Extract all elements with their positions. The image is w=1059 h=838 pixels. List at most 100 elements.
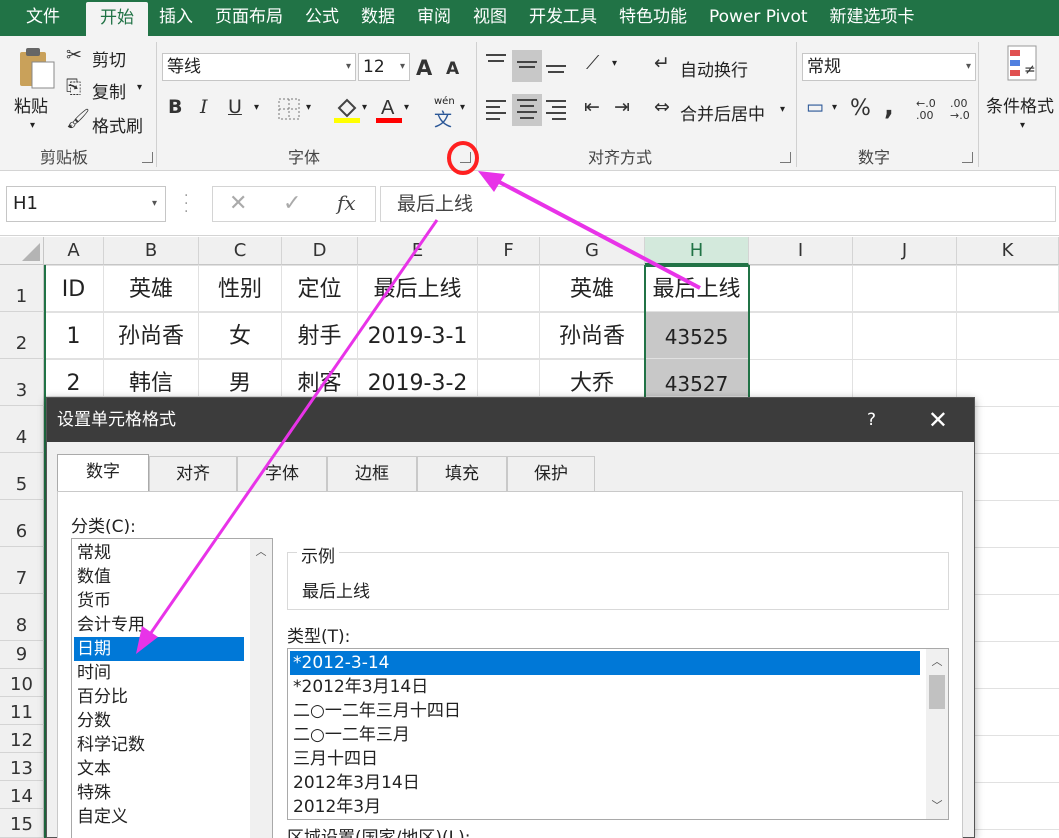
- row-header-15[interactable]: 15: [0, 809, 44, 838]
- insert-function-icon[interactable]: fx: [337, 191, 356, 215]
- tab-border[interactable]: 边框: [327, 456, 417, 492]
- tab-page-layout[interactable]: 页面布局: [204, 0, 294, 36]
- category-item[interactable]: 会计专用: [74, 613, 244, 637]
- align-bottom-icon[interactable]: [544, 52, 568, 78]
- column-header-k[interactable]: K: [957, 237, 1059, 265]
- alignment-launcher-icon[interactable]: [780, 152, 791, 163]
- fill-color-dropdown-icon[interactable]: ▾: [362, 102, 367, 113]
- underline-icon[interactable]: U: [228, 98, 242, 117]
- tab-developer[interactable]: 开发工具: [518, 0, 608, 36]
- category-item[interactable]: 数值: [74, 565, 244, 589]
- format-painter-icon[interactable]: 🖌: [66, 110, 90, 129]
- category-item[interactable]: 特殊: [74, 781, 244, 805]
- row-header-2[interactable]: 2: [0, 312, 44, 359]
- column-header-d[interactable]: D: [282, 237, 358, 265]
- type-scrollbar[interactable]: ︿ ﹀: [926, 649, 948, 819]
- name-box[interactable]: H1 ▾: [6, 186, 166, 222]
- tab-features[interactable]: 特色功能: [608, 0, 698, 36]
- decrease-decimal-icon[interactable]: .00 →.0: [950, 98, 970, 122]
- category-item[interactable]: 自定义: [74, 805, 244, 829]
- column-header-c[interactable]: C: [199, 237, 282, 265]
- cell-d1[interactable]: 定位: [282, 265, 358, 312]
- cell-f1[interactable]: [478, 265, 540, 312]
- cell-f3[interactable]: [478, 359, 540, 397]
- cell-b3[interactable]: 韩信: [104, 359, 199, 397]
- underline-dropdown-icon[interactable]: ▾: [254, 102, 259, 113]
- row-header-11[interactable]: 11: [0, 697, 44, 725]
- row-header-3[interactable]: 3: [0, 359, 44, 406]
- cell-e1[interactable]: 最后上线: [358, 265, 478, 312]
- orientation-dropdown-icon[interactable]: ▾: [612, 58, 617, 69]
- paste-dropdown-icon[interactable]: ▾: [30, 120, 35, 131]
- type-list[interactable]: *2012-3-14 *2012年3月14日 二○一二年三月十四日 二○一二年三…: [287, 648, 949, 820]
- cut-button[interactable]: 剪切: [92, 46, 126, 71]
- row-header-8[interactable]: 8: [0, 594, 44, 641]
- increase-indent-icon[interactable]: ⇥: [614, 98, 630, 117]
- wrap-text-icon[interactable]: ↵: [654, 54, 670, 73]
- cell-d3[interactable]: 刺客: [282, 359, 358, 397]
- cell-g3[interactable]: 大乔: [540, 359, 645, 397]
- column-header-b[interactable]: B: [104, 237, 199, 265]
- tab-home[interactable]: 开始: [86, 2, 148, 36]
- row-header-10[interactable]: 10: [0, 669, 44, 697]
- font-color-dropdown-icon[interactable]: ▾: [404, 102, 409, 113]
- cell-f2[interactable]: [478, 312, 540, 359]
- category-item[interactable]: 文本: [74, 757, 244, 781]
- column-header-a[interactable]: A: [44, 237, 104, 265]
- scroll-up-icon[interactable]: ︿: [250, 541, 272, 563]
- cell-k1[interactable]: [957, 265, 1059, 312]
- tab-formulas[interactable]: 公式: [294, 0, 350, 36]
- cell-g1[interactable]: 英雄: [540, 265, 645, 312]
- row-header-12[interactable]: 12: [0, 725, 44, 753]
- align-left-icon[interactable]: [484, 98, 508, 124]
- column-header-j[interactable]: J: [853, 237, 957, 265]
- row-header-5[interactable]: 5: [0, 453, 44, 500]
- tab-protection[interactable]: 保护: [507, 456, 595, 492]
- cell-a3[interactable]: 2: [44, 359, 104, 397]
- format-painter-button[interactable]: 格式刷: [92, 112, 143, 137]
- column-header-i[interactable]: I: [749, 237, 853, 265]
- cell-c1[interactable]: 性别: [199, 265, 282, 312]
- cell-a2[interactable]: 1: [44, 312, 104, 359]
- column-header-g[interactable]: G: [540, 237, 645, 265]
- copy-dropdown-icon[interactable]: ▾: [137, 82, 142, 93]
- percent-icon[interactable]: %: [850, 98, 871, 120]
- column-header-h[interactable]: H: [645, 237, 749, 265]
- font-launcher-icon[interactable]: [460, 152, 471, 163]
- tab-number[interactable]: 数字: [57, 454, 149, 492]
- category-item[interactable]: 科学记数: [74, 733, 244, 757]
- formula-input[interactable]: 最后上线: [380, 186, 1056, 222]
- category-item[interactable]: 分数: [74, 709, 244, 733]
- tab-font[interactable]: 字体: [237, 456, 327, 492]
- merge-center-icon[interactable]: ⇔: [654, 98, 670, 117]
- tab-new[interactable]: 新建选项卡: [819, 0, 926, 36]
- align-top-icon[interactable]: [484, 52, 508, 78]
- type-item[interactable]: 二○一二年三月十四日: [290, 699, 920, 723]
- cell-b1[interactable]: 英雄: [104, 265, 199, 312]
- cell-i1[interactable]: [749, 265, 853, 312]
- conditional-format-dropdown-icon[interactable]: ▾: [1020, 120, 1025, 131]
- dialog-title[interactable]: 设置单元格格式: [47, 398, 974, 442]
- clipboard-launcher-icon[interactable]: [142, 152, 153, 163]
- number-launcher-icon[interactable]: [962, 152, 973, 163]
- number-format-combo[interactable]: 常规 ▾: [802, 53, 976, 81]
- increase-decimal-icon[interactable]: ←.0.00: [916, 98, 936, 122]
- row-header-4[interactable]: 4: [0, 406, 44, 453]
- row-header-7[interactable]: 7: [0, 547, 44, 594]
- cancel-icon[interactable]: ✕: [229, 191, 247, 216]
- scroll-thumb[interactable]: [929, 675, 945, 709]
- merge-dropdown-icon[interactable]: ▾: [780, 104, 785, 115]
- enter-icon[interactable]: ✓: [283, 191, 301, 216]
- align-right-icon[interactable]: [544, 98, 568, 124]
- pinyin-icon[interactable]: 文: [434, 106, 452, 132]
- font-size-combo[interactable]: 12 ▾: [358, 53, 410, 81]
- category-item-selected[interactable]: 日期: [74, 637, 244, 661]
- scroll-up-icon[interactable]: ︿: [926, 651, 948, 673]
- select-all-corner[interactable]: [0, 237, 44, 265]
- type-item-selected[interactable]: *2012-3-14: [290, 651, 920, 675]
- category-list[interactable]: 常规 数值 货币 会计专用 日期 时间 百分比 分数 科学记数 文本 特殊 自定…: [71, 538, 273, 838]
- column-header-e[interactable]: E: [358, 237, 478, 265]
- tab-insert[interactable]: 插入: [148, 0, 204, 36]
- conditional-format-button[interactable]: 条件格式: [986, 92, 1054, 117]
- align-middle-icon[interactable]: [512, 50, 542, 82]
